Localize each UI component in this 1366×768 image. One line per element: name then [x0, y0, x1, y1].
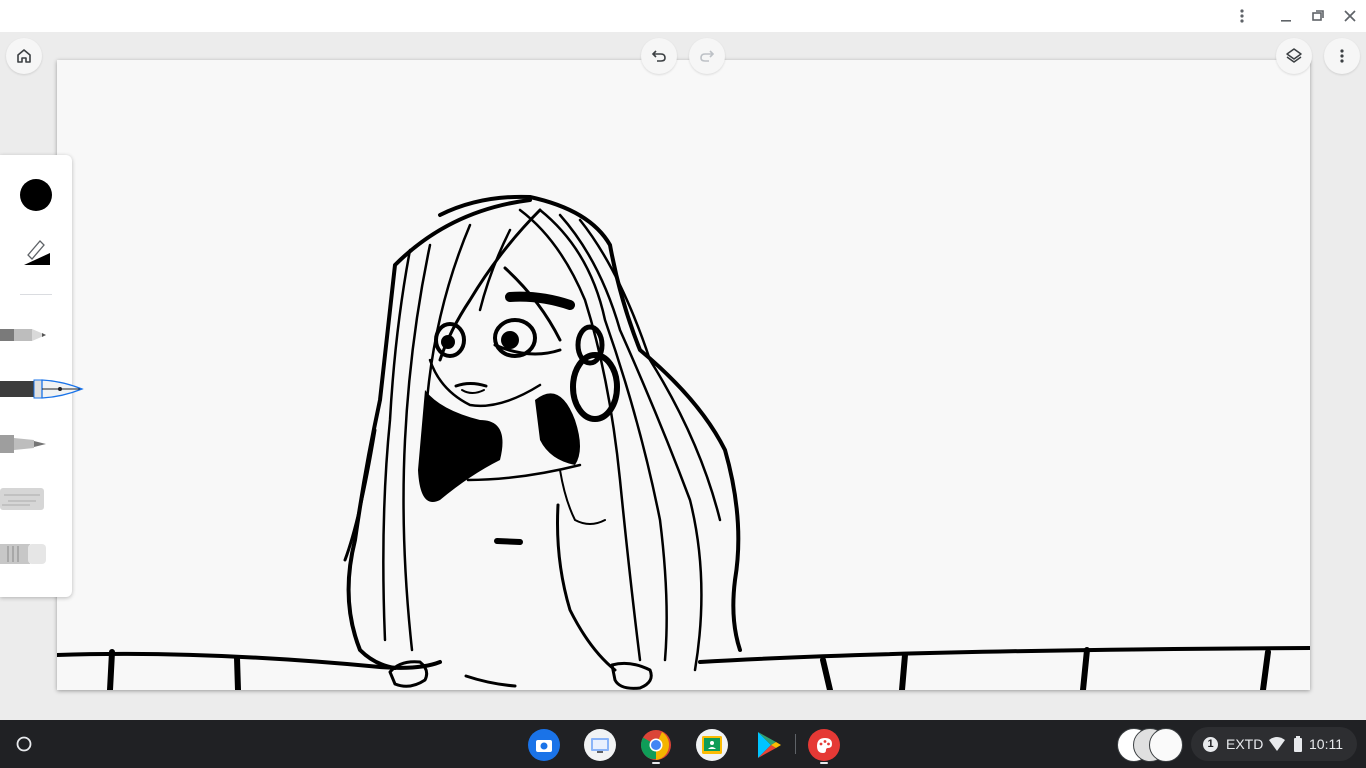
chalk-tool[interactable] — [0, 487, 50, 511]
color-swatch-button[interactable] — [20, 179, 52, 211]
canvas-app-icon — [808, 729, 840, 761]
restore-icon — [1312, 10, 1324, 21]
shelf-app-canvas[interactable] — [807, 728, 841, 762]
holding-space-tray[interactable] — [1115, 727, 1183, 762]
window-titlebar — [0, 0, 1366, 32]
window-close-button[interactable] — [1334, 0, 1366, 32]
chalk-tool-icon — [0, 488, 44, 510]
system-shelf: 1 EXTD 10:11 — [0, 720, 1366, 768]
tool-panel — [0, 155, 84, 597]
eraser-tool-icon — [0, 544, 46, 564]
holding-space-thumbnail — [1149, 728, 1183, 762]
tool-divider — [20, 294, 52, 295]
redo-icon — [700, 50, 715, 62]
minimize-icon — [1281, 20, 1291, 22]
vertical-ellipsis-icon — [1340, 49, 1344, 63]
battery-icon — [1294, 736, 1302, 752]
more-options-button[interactable] — [1324, 38, 1360, 74]
marker-tool[interactable] — [0, 432, 50, 456]
undo-icon — [651, 50, 666, 62]
marker-tool-icon — [0, 435, 46, 453]
notification-counter: 1 — [1203, 737, 1218, 752]
play-store-app-icon — [758, 732, 781, 758]
layers-icon — [1286, 48, 1302, 63]
window-minimize-button[interactable] — [1270, 0, 1302, 32]
chrome-running-indicator — [652, 762, 660, 764]
shelf-app-play-store[interactable] — [751, 728, 785, 762]
window-restore-button[interactable] — [1302, 0, 1334, 32]
camera-app-icon — [528, 729, 560, 761]
redo-button[interactable] — [689, 38, 725, 74]
canvas-running-indicator — [820, 762, 828, 764]
home-icon — [17, 49, 31, 63]
home-button[interactable] — [6, 38, 42, 74]
wifi-icon — [1269, 737, 1285, 751]
launcher-button[interactable] — [10, 730, 38, 758]
pencil-tool-icon — [0, 329, 46, 341]
window-menu-button[interactable] — [1226, 0, 1258, 32]
layers-button[interactable] — [1276, 38, 1312, 74]
drawing-canvas[interactable] — [57, 60, 1310, 690]
brush-size-icon — [24, 240, 50, 265]
launcher-icon — [16, 736, 32, 752]
vertical-ellipsis-icon — [1240, 9, 1244, 23]
shelf-app-screencast[interactable] — [583, 728, 617, 762]
shelf-app-classroom[interactable] — [695, 728, 729, 762]
drawing-artwork — [57, 194, 1310, 690]
fountain-pen-tool-icon — [0, 379, 84, 399]
undo-button[interactable] — [641, 38, 677, 74]
shelf-separator — [795, 734, 796, 754]
notification-count: 1 — [1207, 738, 1214, 750]
shelf-app-chrome[interactable] — [639, 728, 673, 762]
brush-size-button[interactable] — [20, 235, 52, 267]
clock: 10:11 — [1309, 736, 1343, 752]
pencil-tool[interactable] — [0, 323, 50, 347]
chrome-app-icon — [640, 730, 671, 760]
shelf-app-camera[interactable] — [527, 728, 561, 762]
status-area[interactable]: 1 EXTD 10:11 — [1191, 727, 1357, 761]
pen-tool[interactable] — [0, 376, 84, 402]
screencast-app-icon — [584, 729, 616, 761]
display-mode-label: EXTD — [1226, 736, 1264, 752]
eraser-tool[interactable] — [0, 542, 50, 566]
classroom-app-icon — [696, 729, 728, 761]
close-icon — [1344, 10, 1356, 22]
